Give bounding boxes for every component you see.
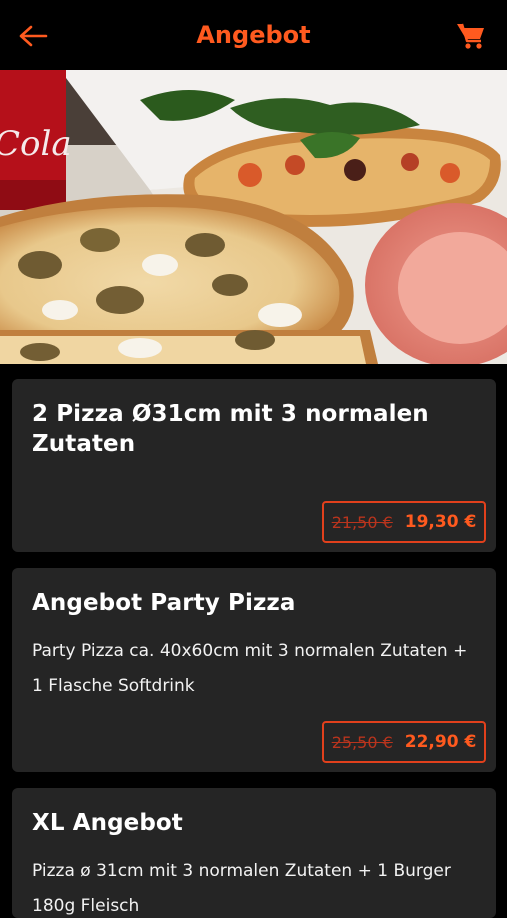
offer-title: XL Angebot — [32, 810, 183, 836]
price-button[interactable]: 21,50 € 19,30 € — [322, 501, 486, 543]
back-button[interactable] — [12, 16, 54, 56]
offer-description: Pizza ø 31cm mit 3 normalen Zutaten + 1 … — [32, 854, 476, 918]
page-title: Angebot — [196, 21, 311, 49]
offer-description: Party Pizza ca. 40x60cm mit 3 normalen Z… — [32, 634, 476, 704]
new-price: 19,30 € — [404, 512, 477, 532]
old-price: 21,50 € — [331, 512, 393, 532]
new-price: 22,90 € — [404, 732, 477, 752]
offer-description-line: 180g Fleisch — [32, 896, 140, 916]
can-logo-text: Cola — [0, 124, 72, 164]
offer-title: Angebot Party Pizza — [32, 590, 296, 616]
price-button[interactable]: 25,50 € 22,90 € — [322, 721, 486, 763]
old-price: 25,50 € — [331, 732, 393, 752]
offer-description-line: Party Pizza ca. 40x60cm mit 3 normalen Z… — [32, 641, 468, 661]
offer-card[interactable]: 2 Pizza Ø31cm mit 3 normalen Zutaten 21,… — [12, 379, 496, 552]
offer-hero-image: Cola — [0, 70, 507, 364]
offer-card[interactable]: XL Angebot Pizza ø 31cm mit 3 normalen Z… — [12, 788, 496, 918]
offer-description-line: 1 Flasche Softdrink — [32, 676, 195, 696]
arrow-left-icon — [19, 25, 48, 47]
app-header: Angebot — [0, 0, 507, 70]
cart-button[interactable] — [451, 16, 491, 56]
pizza-photo: Cola — [0, 70, 507, 364]
offer-description-line: Pizza ø 31cm mit 3 normalen Zutaten + 1 … — [32, 861, 451, 881]
offer-card[interactable]: Angebot Party Pizza Party Pizza ca. 40x6… — [12, 568, 496, 772]
offer-title: 2 Pizza Ø31cm mit 3 normalen Zutaten — [32, 401, 429, 457]
shopping-cart-icon — [457, 23, 484, 49]
